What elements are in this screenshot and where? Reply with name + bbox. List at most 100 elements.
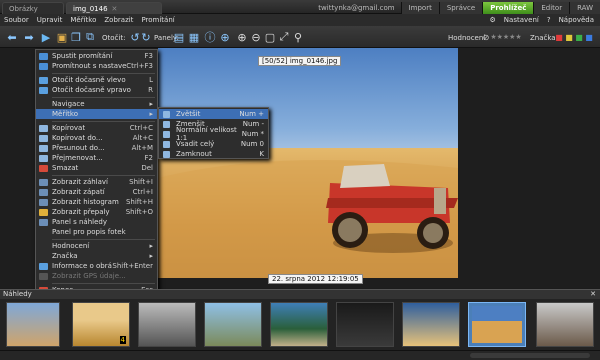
mode-raw[interactable]: RAW [569,2,600,14]
actual-size-icon [163,130,170,138]
rating-clear-icon[interactable]: ⊘ [482,30,490,44]
menu-item-show-histogram[interactable]: Zobrazit histogram Shift+H [36,197,157,207]
rename-icon [39,154,48,162]
menu-separator [52,283,155,284]
thumbnail[interactable] [336,302,394,347]
back-arrow-icon[interactable]: ⬅ [4,30,20,44]
gear-icon[interactable]: ⚙ [490,16,496,24]
account-email[interactable]: twittynka@gmail.com [312,4,400,12]
rating-label: Hodnocení [448,34,486,42]
menu-item-tag[interactable]: Značka ▸ [36,251,157,261]
menu-item-image-info[interactable]: Informace o obrázku...Shift+Enter [36,261,157,271]
help-link[interactable]: Nápověda [559,16,594,24]
mode-import[interactable]: Import [400,2,439,14]
fit-icon[interactable]: ⤢ [278,30,290,44]
blank-icon [39,243,48,250]
mode-prohlizec[interactable]: Prohlížeč [482,2,534,14]
close-icon[interactable]: ✕ [590,290,596,299]
tag-red-icon[interactable]: ■ [555,30,563,44]
date-overlay: 22. srpna 2012 12:19:05 [268,274,363,284]
menu-item-move-to[interactable]: Přesunout do... Alt+M [36,143,157,153]
menu-item-start-slideshow[interactable]: Spustit promítání F3 [36,51,157,61]
tab-obrazky[interactable]: Obrázky [2,2,64,14]
menu-item-slideshow-settings[interactable]: Promítnout s nastavením...Ctrl+F3 [36,61,157,71]
menu-item-rotate-left[interactable]: Otočit dočasně vlevo L [36,75,157,85]
header-icon [39,178,48,186]
slideshow-icon [39,52,48,60]
settings-link[interactable]: Nastavení [504,16,539,24]
rotate-left-icon[interactable]: ↺ [130,30,140,44]
submenu-item-lock[interactable]: Zamknout K [159,149,268,159]
photo-view[interactable] [158,48,458,278]
move-to-icon [39,144,48,152]
folder-icon[interactable]: ▣ [56,30,68,44]
tags-label: Značka [530,34,556,42]
highlights-icon [39,208,48,216]
lock-zoom-icon[interactable]: ⚲ [292,30,304,44]
thumbnail[interactable] [6,302,60,347]
menu-item-description-panel[interactable]: Panel pro popis fotek [36,227,157,237]
forward-arrow-icon[interactable]: ➡ [21,30,37,44]
tab-img0146-label: img_0146 [73,5,108,13]
tab-img0146[interactable]: img_0146 ✕ [66,2,162,14]
thumbnail[interactable] [536,302,594,347]
menu-item-zoom[interactable]: Měřítko ▸ [36,109,157,119]
help-icon[interactable]: ? [547,16,551,24]
menu-item-thumbnail-panel[interactable]: Panel s náhledy [36,217,157,227]
menu-soubor[interactable]: Soubor [0,16,33,24]
thumbnail[interactable] [402,302,460,347]
menu-item-show-header[interactable]: Zobrazit záhlaví Shift+I [36,177,157,187]
thumbnail[interactable] [204,302,262,347]
menu-promitani[interactable]: Promítání [137,16,178,24]
move-icon[interactable]: ⧉ [84,30,96,44]
menu-item-navigation[interactable]: Navigace ▸ [36,99,157,109]
menu-separator [52,97,155,98]
thumbnail-selected[interactable] [468,302,526,347]
mode-editor[interactable]: Editor [533,2,570,14]
thumbnail[interactable] [270,302,328,347]
menu-item-rating[interactable]: Hodnocení ▸ [36,241,157,251]
menu-item-delete[interactable]: Smazat Del [36,163,157,173]
filmstrip-scrollbar[interactable] [470,353,590,358]
submenu-item-fit[interactable]: Vsadit celý Num 0 [159,139,268,149]
menu-meritko[interactable]: Měřítko [66,16,100,24]
info-icon [39,262,48,270]
menu-item-show-highlights[interactable]: Zobrazit přepaly Shift+O [36,207,157,217]
submenu-arrow-icon: ▸ [149,242,153,250]
thumbnail-badge: 4 [119,336,126,344]
actual-size-icon[interactable]: ▢ [264,30,276,44]
thumbnail[interactable] [138,302,196,347]
tag-blue-icon[interactable]: ■ [585,30,593,44]
gps-icon[interactable]: ⊕ [219,30,231,44]
menu-upravit[interactable]: Upravit [33,16,67,24]
play-icon[interactable]: ▶ [40,30,52,44]
thumbnail[interactable]: 4 [72,302,130,347]
histogram-icon[interactable]: ▤ [173,30,185,44]
submenu-arrow-icon: ▸ [149,100,153,108]
tag-green-icon[interactable]: ■ [575,30,583,44]
mode-spravce[interactable]: Správce [438,2,483,14]
copy-icon[interactable]: ❐ [70,30,82,44]
menu-item-copy[interactable]: Kopírovat Ctrl+C [36,123,157,133]
toolbar: ⬅ ➡ ▶ ▣ ❐ ⧉ Otočit: ↺ ↻ Panely: ▤ ▦ ⓘ ⊕ … [0,26,600,48]
menu-item-rotate-right[interactable]: Otočit dočasně vpravo R [36,85,157,95]
filename-overlay: [50/52] img_0146.jpg [258,56,342,66]
tag-yellow-icon[interactable]: ■ [565,30,573,44]
rating-stars-icon[interactable]: ★★★★★ [490,30,521,44]
menu-item-rename[interactable]: Přejmenovat... F2 [36,153,157,163]
panel-icon[interactable]: ▦ [188,30,200,44]
menu-item-gps: Zobrazit GPS údaje... [36,271,157,281]
rotate-right-icon[interactable]: ↻ [141,30,151,44]
lock-icon [163,150,170,158]
menu-separator [52,121,155,122]
menu-item-copy-to[interactable]: Kopírovat do... Alt+C [36,133,157,143]
info-icon[interactable]: ⓘ [204,30,216,44]
zoom-in-icon[interactable]: ⊕ [236,30,248,44]
submenu-item-actual-size[interactable]: Normální velikost 1:1 Num * [159,126,268,142]
submenu-item-zoom-in[interactable]: Zvětšit Num + [159,109,268,119]
menu-item-show-footer[interactable]: Zobrazit zápatí Ctrl+I [36,187,157,197]
close-icon[interactable]: ✕ [112,5,118,13]
menu-separator [52,73,155,74]
menu-zobrazit[interactable]: Zobrazit [100,16,137,24]
zoom-out-icon[interactable]: ⊖ [250,30,262,44]
